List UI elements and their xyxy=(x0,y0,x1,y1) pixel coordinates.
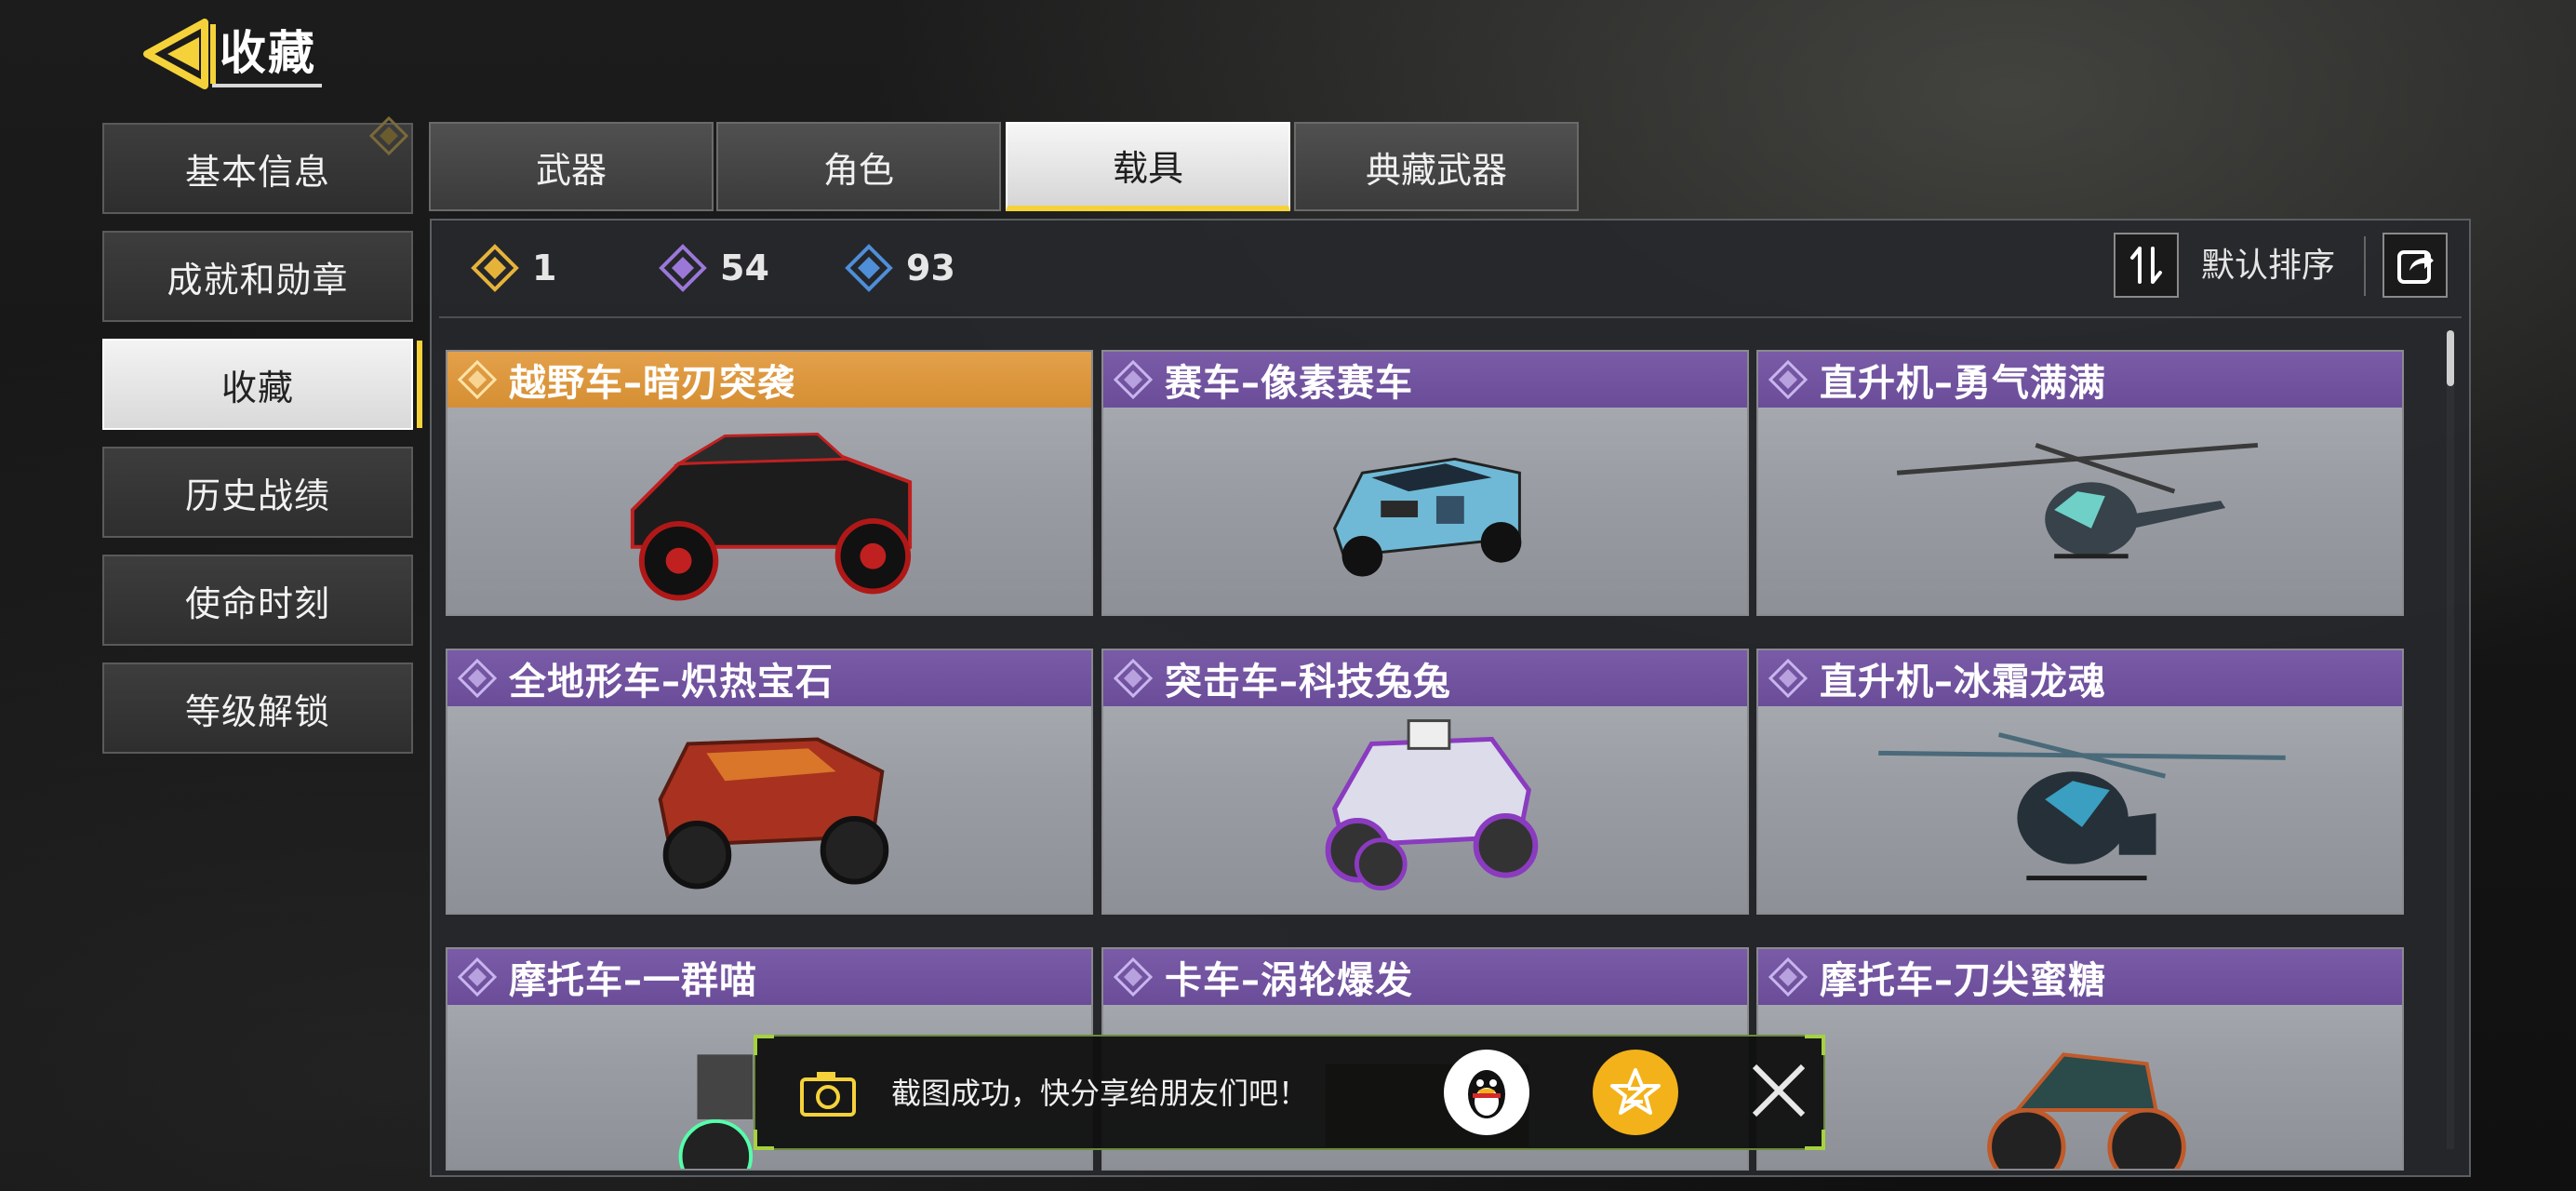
card-header: 越野车–暗刃突袭 xyxy=(447,352,1091,408)
card-title: 越野车–暗刃突袭 xyxy=(509,362,795,405)
divider xyxy=(2364,236,2366,296)
divider xyxy=(439,316,2462,318)
epic-diamond-icon xyxy=(659,244,707,292)
page-title: 收藏 xyxy=(220,26,316,80)
helicopter-image xyxy=(1896,442,2259,559)
helicopter-image xyxy=(1878,732,2286,881)
qzone-star-icon xyxy=(1610,1068,1661,1115)
vehicle-card[interactable]: 摩托车–刀尖蜜糖 xyxy=(1756,947,2404,1171)
vehicle-card[interactable]: 突击车–科技兔兔 xyxy=(1101,649,1749,915)
card-header: 赛车–像素赛车 xyxy=(1103,352,1747,408)
epic-diamond-icon xyxy=(1113,957,1154,997)
epic-diamond-icon xyxy=(1768,658,1809,699)
card-title: 突击车–科技兔兔 xyxy=(1165,661,1451,703)
share-button[interactable] xyxy=(2382,233,2448,298)
toast-message: 截图成功，快分享给朋友们吧！ xyxy=(891,1076,1309,1111)
race-car-image xyxy=(1332,457,1522,577)
sidebar-item-basic-info[interactable]: 基本信息 xyxy=(102,123,413,214)
epic-count: 54 xyxy=(659,244,769,292)
card-title: 卡车–涡轮爆发 xyxy=(1165,959,1413,1002)
atv-image xyxy=(658,737,889,890)
sidebar-item-label: 使命时刻 xyxy=(184,582,330,624)
vehicle-card[interactable]: 全地形车–炽热宝石 xyxy=(446,649,1093,915)
legendary-diamond-icon xyxy=(471,244,519,292)
qq-penguin-icon xyxy=(1468,1070,1505,1118)
rare-count: 93 xyxy=(845,244,955,292)
title-underline xyxy=(212,84,322,87)
diamond-decor-icon xyxy=(368,115,409,156)
vehicle-card[interactable]: 越野车–暗刃突袭 xyxy=(446,350,1093,616)
sidebar-item-achievements[interactable]: 成就和勋章 xyxy=(102,231,413,322)
sidebar-item-label: 等级解锁 xyxy=(184,690,330,732)
tab-classic-weapons[interactable]: 典藏武器 xyxy=(1294,122,1579,211)
offroad-vehicle-image xyxy=(630,432,913,601)
share-qq-button[interactable] xyxy=(1444,1050,1529,1135)
epic-diamond-icon xyxy=(457,658,498,699)
tab-label: 角色 xyxy=(822,149,894,191)
assault-buggy-image xyxy=(1325,719,1539,891)
epic-diamond-icon xyxy=(1113,359,1154,400)
sort-button[interactable] xyxy=(2114,233,2179,298)
epic-diamond-icon xyxy=(1113,658,1154,699)
camera-icon xyxy=(800,1072,856,1117)
card-header: 突击车–科技兔兔 xyxy=(1103,650,1747,706)
scrollbar-track[interactable] xyxy=(2447,330,2454,1149)
card-header: 直升机–勇气满满 xyxy=(1758,352,2402,408)
card-title: 全地形车–炽热宝石 xyxy=(509,661,834,703)
card-header: 全地形车–炽热宝石 xyxy=(447,650,1091,706)
vehicle-card[interactable]: 赛车–像素赛车 xyxy=(1101,350,1749,616)
card-title: 赛车–像素赛车 xyxy=(1165,362,1413,405)
tab-vehicles[interactable]: 载具 xyxy=(1006,122,1290,211)
card-title: 摩托车–一群喵 xyxy=(509,959,757,1002)
sidebar-item-label: 历史战绩 xyxy=(184,475,330,516)
card-title: 直升机–勇气满满 xyxy=(1820,362,2106,405)
rare-diamond-icon xyxy=(845,244,893,292)
tab-weapons[interactable]: 武器 xyxy=(429,122,714,211)
sidebar-item-label: 基本信息 xyxy=(184,151,330,193)
tab-label: 武器 xyxy=(535,149,607,191)
sidebar-item-collection[interactable]: 收藏 xyxy=(102,339,422,430)
tab-label: 典藏武器 xyxy=(1365,149,1507,191)
count-value: 93 xyxy=(906,248,955,288)
card-header: 摩托车–一群喵 xyxy=(447,949,1091,1005)
sidebar-item-label: 收藏 xyxy=(220,367,294,408)
sidebar-item-mission-moments[interactable]: 使命时刻 xyxy=(102,555,413,646)
legendary-count: 1 xyxy=(471,244,556,292)
sidebar-item-history[interactable]: 历史战绩 xyxy=(102,447,413,538)
card-title: 摩托车–刀尖蜜糖 xyxy=(1820,959,2106,1002)
card-header: 直升机–冰霜龙魂 xyxy=(1758,650,2402,706)
share-qzone-button[interactable] xyxy=(1593,1050,1678,1135)
card-header: 卡车–涡轮爆发 xyxy=(1103,949,1747,1005)
close-icon[interactable] xyxy=(1745,1057,1812,1124)
epic-diamond-icon xyxy=(457,957,498,997)
vehicle-card[interactable]: 直升机–勇气满满 xyxy=(1756,350,2404,616)
scrollbar-thumb[interactable] xyxy=(2447,330,2454,386)
sidebar-item-level-unlock[interactable]: 等级解锁 xyxy=(102,662,413,754)
epic-diamond-icon xyxy=(1768,359,1809,400)
count-value: 1 xyxy=(532,248,557,288)
sort-label[interactable]: 默认排序 xyxy=(2201,240,2335,292)
legendary-diamond-icon xyxy=(457,359,498,400)
share-icon xyxy=(2397,250,2434,284)
card-title: 直升机–冰霜龙魂 xyxy=(1820,661,2106,703)
back-button[interactable] xyxy=(140,19,223,89)
motorcycle-image xyxy=(1987,1052,2186,1169)
count-value: 54 xyxy=(720,248,769,288)
tab-label: 载具 xyxy=(1112,147,1183,189)
sidebar-item-label: 成就和勋章 xyxy=(167,259,349,301)
sort-icon xyxy=(2130,247,2162,284)
vehicle-card[interactable]: 直升机–冰霜龙魂 xyxy=(1756,649,2404,915)
epic-diamond-icon xyxy=(1768,957,1809,997)
card-header: 摩托车–刀尖蜜糖 xyxy=(1758,949,2402,1005)
tab-characters[interactable]: 角色 xyxy=(716,122,1001,211)
